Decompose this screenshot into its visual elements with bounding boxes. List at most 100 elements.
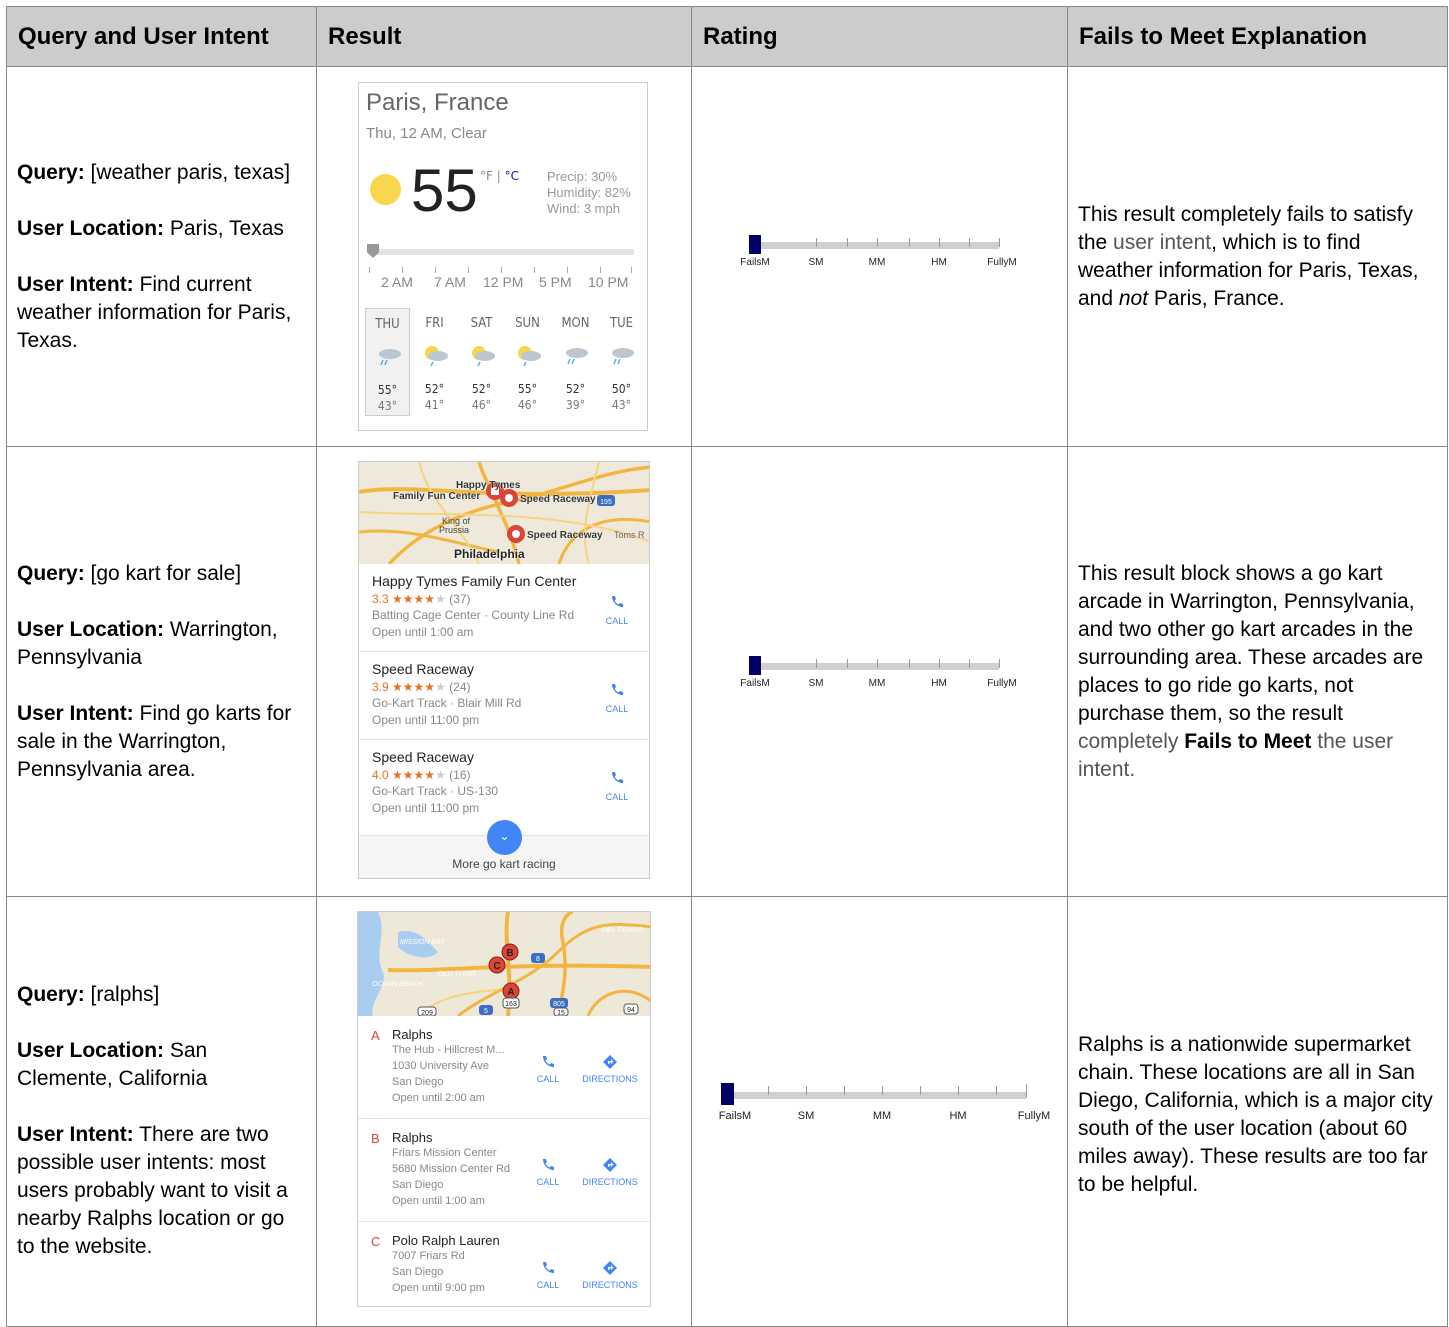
query-text: [go kart for sale]	[90, 561, 242, 585]
place-name[interactable]: Happy Tymes Family Fun Center	[372, 573, 576, 589]
scale-label: FullyM	[987, 678, 1017, 689]
query-cell: Query: [go kart for sale] User Location:…	[6, 446, 317, 897]
rain-cloud-icon	[612, 348, 634, 365]
place-type: Go-Kart Track · US-130	[372, 784, 499, 798]
scale-label: SM	[797, 1110, 815, 1122]
result-cell: Paris, France Thu, 12 AM, Clear 55 °F | …	[316, 66, 692, 447]
svg-text:195: 195	[600, 499, 612, 506]
time-slider-handle[interactable]	[367, 244, 379, 258]
scale-label: SM	[808, 678, 824, 689]
star-icon: ★★★★	[392, 768, 436, 782]
place-rating: 3.3 ★★★★★ (37)	[372, 592, 471, 606]
svg-text:C: C	[493, 961, 500, 972]
directions-icon	[603, 1261, 617, 1275]
sun-icon	[370, 174, 401, 205]
rating-examples-table: Query and User Intent Result Rating Fail…	[6, 6, 1448, 1327]
place-name[interactable]: Polo Ralph Lauren	[392, 1233, 500, 1248]
rating-scale: FailsM SM MM HM FullyM	[740, 235, 1017, 271]
query-label: Query:	[17, 160, 85, 184]
explanation-cell: Ralphs is a nationwide supermarket chain…	[1067, 896, 1448, 1327]
forecast-day[interactable]: FRI 52° 41°	[412, 308, 457, 416]
query-label: Query:	[17, 982, 85, 1006]
place-name[interactable]: Speed Raceway	[372, 661, 474, 677]
unit-c[interactable]: °C	[505, 169, 519, 183]
scale-label: FailsM	[740, 678, 770, 689]
call-button[interactable]: CALL	[534, 1260, 562, 1290]
svg-text:94: 94	[627, 1007, 635, 1014]
phone-icon	[612, 684, 623, 695]
hour-label: 12 PM	[483, 274, 524, 290]
rating-cell: FailsM SM MM HM FullyM	[691, 66, 1068, 447]
unit-f[interactable]: °F |	[480, 169, 505, 183]
directions-button[interactable]: DIRECTIONS	[580, 1054, 640, 1084]
list-item[interactable]: B Ralphs Friars Mission Center 5680 Miss…	[358, 1119, 650, 1222]
map-roads: 195 Happy Tymes Family Fun Center Speed …	[359, 462, 649, 564]
slider-ticks	[369, 267, 634, 273]
more-results-bar[interactable]: ⌄ More go kart racing	[359, 820, 649, 878]
forecast-day[interactable]: SAT 52° 46°	[459, 308, 504, 416]
query-text: [weather paris, texas]	[90, 160, 291, 184]
call-button[interactable]: CALL	[602, 770, 632, 802]
scale-label: MM	[868, 257, 886, 268]
weather-time: Thu, 12 AM, Clear	[366, 125, 487, 142]
scale-label: FailsM	[740, 257, 770, 268]
svg-text:5: 5	[484, 1008, 488, 1015]
call-button[interactable]: CALL	[534, 1157, 562, 1187]
call-button[interactable]: CALL	[602, 682, 632, 714]
query-cell: Query: [ralphs] User Location: San Cleme…	[6, 896, 317, 1327]
table-row: Query: [ralphs] User Location: San Cleme…	[6, 896, 1448, 1327]
map-image[interactable]: MISSION BAY DEL CERRO OLD TOWN OCEAN BEA…	[358, 912, 650, 1016]
phone-icon	[612, 596, 623, 607]
wind: Wind: 3 mph	[547, 201, 620, 216]
svg-text:Prussia: Prussia	[439, 525, 469, 535]
weather-card: Paris, France Thu, 12 AM, Clear 55 °F | …	[358, 82, 648, 431]
scale-label: FullyM	[987, 257, 1017, 268]
location-text: Paris, Texas	[169, 216, 284, 240]
place-name[interactable]: Speed Raceway	[372, 749, 474, 765]
svg-text:MISSION BAY: MISSION BAY	[400, 939, 446, 946]
place-letter: A	[371, 1028, 380, 1043]
more-results-link[interactable]: More go kart racing	[359, 857, 649, 871]
svg-text:Toms R: Toms R	[614, 530, 645, 540]
partly-sunny-rain-icon	[425, 346, 448, 366]
phone-icon	[543, 1056, 554, 1067]
scale-label: HM	[931, 257, 947, 268]
list-item[interactable]: Speed Raceway 4.0 ★★★★★ (16) Go-Kart Tra…	[359, 740, 649, 828]
unit-toggle[interactable]: °F | °C	[480, 169, 519, 183]
list-item[interactable]: C Polo Ralph Lauren 7007 Friars Rd San D…	[358, 1222, 650, 1306]
precip: Precip: 30%	[547, 169, 618, 184]
header-result: Result	[316, 6, 692, 67]
forecast-day[interactable]: TUE 50° 43°	[599, 308, 644, 416]
forecast-day[interactable]: SUN 55° 46°	[505, 308, 550, 416]
place-letter: C	[371, 1234, 381, 1249]
result-cell: MISSION BAY DEL CERRO OLD TOWN OCEAN BEA…	[316, 896, 692, 1327]
call-button[interactable]: CALL	[602, 594, 632, 626]
place-name[interactable]: Ralphs	[392, 1130, 432, 1145]
table-row: Query: [go kart for sale] User Location:…	[6, 446, 1448, 897]
list-item[interactable]: Speed Raceway 3.9 ★★★★★ (24) Go-Kart Tra…	[359, 652, 649, 740]
list-item[interactable]: Happy Tymes Family Fun Center 3.3 ★★★★★ …	[359, 564, 649, 652]
location-label: User Location:	[17, 216, 165, 240]
directions-button[interactable]: DIRECTIONS	[580, 1260, 640, 1290]
svg-text:805: 805	[553, 1001, 565, 1008]
rating-marker	[749, 656, 761, 675]
directions-button[interactable]: DIRECTIONS	[580, 1157, 640, 1187]
chevron-down-icon[interactable]: ⌄	[487, 820, 522, 855]
map-image[interactable]: 195 Happy Tymes Family Fun Center Speed …	[359, 462, 649, 564]
place-type: Go-Kart Track · Blair Mill Rd	[372, 696, 522, 710]
forecast-day[interactable]: MON 52° 39°	[553, 308, 598, 416]
scale-label: FullyM	[1017, 1110, 1051, 1122]
list-item[interactable]: A Ralphs The Hub - Hillcrest M... 1030 U…	[358, 1016, 650, 1119]
explanation-cell: This result completely fails to satisfy …	[1067, 66, 1448, 447]
place-name[interactable]: Ralphs	[392, 1027, 432, 1042]
rain-cloud-icon	[566, 348, 588, 365]
call-button[interactable]: CALL	[534, 1054, 562, 1084]
forecast-day[interactable]: THU 55° 43°	[365, 308, 410, 416]
query-label: Query:	[17, 561, 85, 585]
time-slider-track[interactable]	[369, 249, 634, 255]
svg-text:OLD TOWN: OLD TOWN	[438, 971, 477, 978]
phone-icon	[543, 1262, 554, 1273]
scale-label: HM	[931, 678, 947, 689]
partly-sunny-rain-icon	[518, 346, 541, 366]
explanation-cell: This result block shows a go kart arcade…	[1067, 446, 1448, 897]
